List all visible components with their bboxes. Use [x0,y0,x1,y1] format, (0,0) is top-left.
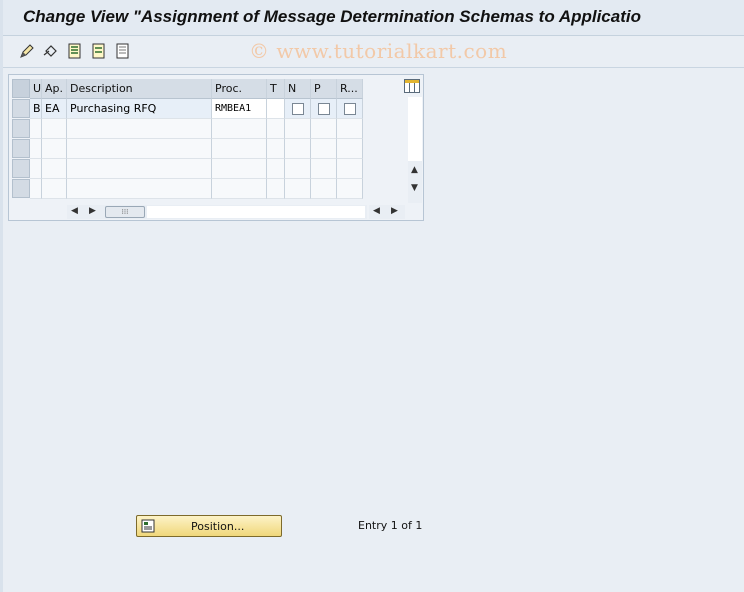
empty-cell [212,139,267,159]
select-block-button[interactable] [89,41,109,61]
row-selector[interactable] [12,119,30,138]
empty-cell [311,159,337,179]
page-title: Change View "Assignment of Message Deter… [23,7,641,26]
deselect-all-icon [116,43,129,59]
row-selector[interactable] [12,139,30,158]
scroll-up-arrow-icon[interactable]: ▲ [411,165,418,175]
empty-cell [67,159,212,179]
scroll-left-arrow-icon[interactable]: ◀ [373,206,380,216]
empty-cell [30,159,42,179]
scroll-left-arrow-icon[interactable]: ◀ [71,206,78,216]
horizontal-scrollbar-right[interactable]: ◀ ▶ [369,205,405,219]
deselect-all-button[interactable] [113,41,133,61]
column-header-p[interactable]: P [311,79,337,99]
empty-cell [337,119,363,139]
empty-cell [42,119,67,139]
select-block-icon [92,43,105,59]
cell-p [311,99,337,119]
vertical-scrollbar[interactable]: ▲ ▼ [408,97,422,203]
column-header-r[interactable]: R... [337,79,363,99]
empty-cell [267,179,285,199]
empty-cell [311,119,337,139]
empty-cell [267,139,285,159]
entry-counter: Entry 1 of 1 [358,519,423,532]
select-all-button[interactable] [65,41,85,61]
watermark: © www.tutorialkart.com [249,39,508,63]
scroll-right-arrow-icon[interactable]: ▶ [89,206,96,216]
column-header-u[interactable]: U [30,79,42,99]
vertical-scroll-track[interactable] [408,97,422,161]
cell-description: Purchasing RFQ [67,99,212,119]
cell-ap: EA [42,99,67,119]
empty-cell [285,159,311,179]
cell-u: B [30,99,42,119]
empty-cell [67,119,212,139]
title-bar: Change View "Assignment of Message Deter… [3,0,744,36]
application-toolbar: © www.tutorialkart.com [3,36,744,68]
n-checkbox[interactable] [292,103,304,115]
undo-button[interactable] [41,41,61,61]
empty-cell [42,139,67,159]
empty-cell [267,119,285,139]
position-icon [141,519,155,533]
edit-pencil-icon [20,44,34,58]
empty-cell [42,179,67,199]
undo-icon [43,45,57,57]
empty-cell [267,159,285,179]
empty-cell [67,179,212,199]
schema-table: U Ap. Description Proc. T N P R... B EA … [8,74,424,221]
empty-cell [30,179,42,199]
empty-cell [30,119,42,139]
column-header-proc[interactable]: Proc. [212,79,267,99]
column-header-ap[interactable]: Ap. [42,79,67,99]
empty-cell [311,179,337,199]
edit-button[interactable] [17,41,37,61]
cell-n [285,99,311,119]
empty-cell [337,179,363,199]
proc-input[interactable]: RMBEA1 [212,99,267,119]
select-all-icon [68,43,81,59]
r-checkbox[interactable] [344,103,356,115]
position-button[interactable]: Position... [136,515,282,537]
empty-cell [285,119,311,139]
sap-window: Change View "Assignment of Message Deter… [0,0,744,592]
row-selector[interactable] [12,99,30,118]
scroll-right-arrow-icon[interactable]: ▶ [391,206,398,216]
select-all-rows-corner[interactable] [12,79,30,98]
horizontal-scroll-thumb[interactable]: ⁞⁞⁞ [105,206,145,218]
empty-cell [30,139,42,159]
empty-cell [212,119,267,139]
empty-cell [311,139,337,159]
table-settings-icon[interactable] [404,79,420,93]
empty-cell [212,159,267,179]
empty-cell [42,159,67,179]
horizontal-scrollbar[interactable]: ◀ ▶ ⁞⁞⁞ [67,205,367,219]
horizontal-scroll-track[interactable] [147,206,365,218]
row-selector[interactable] [12,179,30,198]
empty-cell [212,179,267,199]
scroll-down-arrow-icon[interactable]: ▼ [411,183,418,193]
column-header-description[interactable]: Description [67,79,212,99]
position-button-label: Position... [191,520,245,533]
empty-cell [285,139,311,159]
p-checkbox[interactable] [318,103,330,115]
column-header-t[interactable]: T [267,79,285,99]
empty-cell [67,139,212,159]
empty-cell [285,179,311,199]
column-header-n[interactable]: N [285,79,311,99]
row-selector[interactable] [12,159,30,178]
empty-cell [337,139,363,159]
cell-r [337,99,363,119]
t-input[interactable] [267,99,285,119]
empty-cell [337,159,363,179]
